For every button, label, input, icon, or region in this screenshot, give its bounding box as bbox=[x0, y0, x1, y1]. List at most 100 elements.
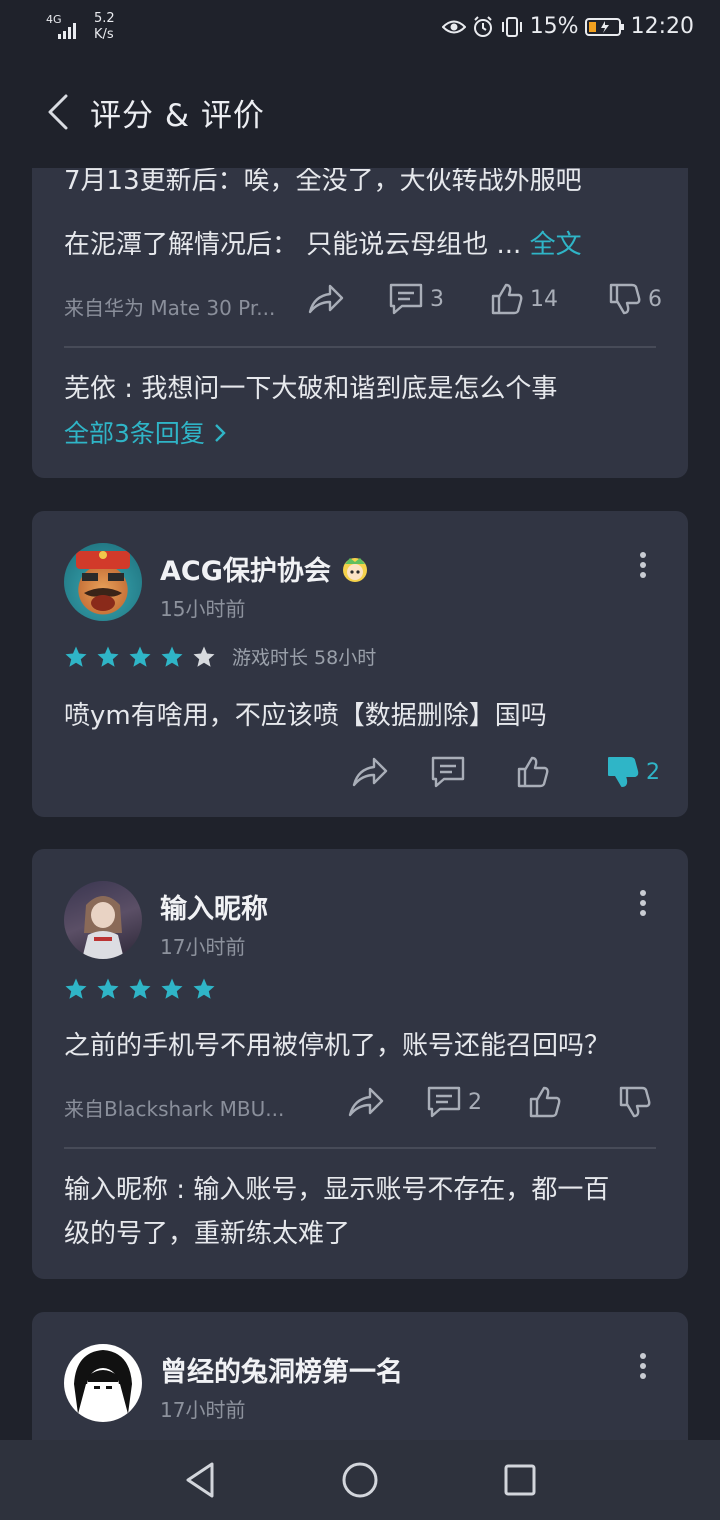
avatar[interactable] bbox=[64, 543, 142, 621]
thumbs-up-icon bbox=[491, 283, 523, 315]
playtime: 游戏时长 58小时 bbox=[232, 647, 377, 669]
username[interactable]: 输入昵称 bbox=[160, 887, 268, 926]
network-indicator: 4G bbox=[46, 14, 76, 39]
nav-recents-icon[interactable] bbox=[498, 1458, 542, 1502]
vibrate-icon bbox=[501, 16, 522, 37]
star-rating: 游戏时长 58小时 bbox=[64, 643, 376, 670]
dislike-count: 2 bbox=[646, 759, 660, 785]
star-icon bbox=[65, 646, 87, 667]
avatar-image bbox=[74, 1350, 132, 1414]
avatar[interactable] bbox=[64, 1344, 142, 1422]
eye-icon bbox=[441, 20, 466, 33]
star-icon bbox=[65, 978, 87, 999]
star-icon bbox=[193, 978, 215, 999]
share-button[interactable] bbox=[352, 755, 388, 789]
more-options-icon[interactable] bbox=[638, 1352, 648, 1380]
reply-preview: 芜依 : 我想问一下大破和谐到底是怎么个事 bbox=[64, 368, 557, 405]
like-count: 14 bbox=[530, 286, 558, 312]
comment-icon bbox=[431, 756, 465, 788]
share-button[interactable] bbox=[308, 282, 344, 316]
divider bbox=[64, 1147, 656, 1149]
chevron-right-icon bbox=[215, 424, 226, 442]
dislike-button[interactable] bbox=[618, 1085, 652, 1119]
review-content: 喷ym有啥用，不应该喷【数据删除】国吗 bbox=[64, 701, 547, 731]
device-label: 来自Blackshark MBU... bbox=[64, 1097, 285, 1121]
reply-text: 输入账号，显示账号不存在，都一百 bbox=[193, 1175, 610, 1205]
reply-preview: 输入昵称 : 输入账号，显示账号不存在，都一百 bbox=[64, 1169, 609, 1206]
dislike-button-active[interactable]: 2 bbox=[606, 755, 660, 789]
review-text-line: 在泥潭了解情况后： 只能说云母组也 ... 全文 bbox=[64, 224, 582, 261]
comment-icon bbox=[427, 1086, 461, 1118]
review-card: ACG保护协会 15小时前 游戏时长 58小时 喷ym有啥用，不应该喷【数据删除… bbox=[32, 511, 688, 817]
dislike-button[interactable]: 6 bbox=[608, 282, 662, 316]
reply-text: 我想问一下大破和谐到底是怎么个事 bbox=[141, 374, 558, 404]
full-text-link[interactable]: 全文 bbox=[530, 230, 582, 260]
nav-home-icon[interactable] bbox=[338, 1458, 382, 1502]
avatar-image bbox=[82, 896, 124, 959]
star-icon bbox=[129, 646, 151, 667]
review-time: 17小时前 bbox=[160, 1398, 246, 1422]
star-icon bbox=[97, 646, 119, 667]
avatar[interactable] bbox=[64, 881, 142, 959]
star-empty-icon bbox=[193, 646, 215, 667]
share-icon bbox=[308, 284, 344, 314]
star-icon bbox=[97, 978, 119, 999]
all-replies-link[interactable]: 全部3条回复 bbox=[64, 414, 227, 450]
review-content: 之前的手机号不用被停机了，账号还能召回吗？ bbox=[64, 1031, 611, 1061]
thumbs-down-filled-icon bbox=[608, 757, 639, 787]
avatar-image bbox=[76, 551, 130, 611]
review-text-snippet: 在泥潭了解情况后： 只能说云母组也 ... bbox=[64, 230, 522, 260]
star-icon bbox=[161, 978, 183, 999]
share-icon bbox=[348, 1087, 384, 1117]
reply-text-line: 级的号了，重新练太难了 bbox=[64, 1219, 351, 1249]
review-card: 输入昵称 17小时前 之前的手机号不用被停机了，账号还能召回吗？ 来自Black… bbox=[32, 849, 688, 1279]
more-options-icon[interactable] bbox=[638, 889, 648, 917]
share-button[interactable] bbox=[348, 1085, 384, 1119]
comment-icon bbox=[389, 283, 423, 315]
review-time: 15小时前 bbox=[160, 597, 246, 621]
app-header: 评分 & 评价 bbox=[0, 56, 720, 168]
back-arrow-icon[interactable] bbox=[40, 88, 80, 136]
reply-separator: : bbox=[116, 374, 142, 404]
username[interactable]: ACG保护协会 bbox=[160, 549, 370, 588]
dislike-count: 6 bbox=[648, 286, 662, 312]
comment-count: 2 bbox=[468, 1089, 482, 1115]
net-speed: 5.2 K/s bbox=[94, 11, 115, 43]
battery-percent: 15% bbox=[529, 14, 579, 39]
reply-separator: : bbox=[168, 1175, 194, 1205]
thumbs-down-icon bbox=[609, 283, 641, 315]
reply-author[interactable]: 芜依 bbox=[64, 374, 116, 404]
clock: 12:20 bbox=[630, 14, 694, 39]
comment-button[interactable] bbox=[430, 755, 466, 789]
reply-author[interactable]: 输入昵称 bbox=[64, 1175, 168, 1205]
star-icon bbox=[161, 646, 183, 667]
username-text: ACG保护协会 bbox=[160, 556, 331, 587]
alarm-icon bbox=[473, 15, 492, 37]
comment-button[interactable]: 2 bbox=[426, 1085, 482, 1119]
net-speed-value: 5.2 bbox=[94, 11, 115, 26]
star-rating bbox=[64, 977, 216, 1001]
system-nav-bar bbox=[0, 1440, 720, 1520]
status-right: 15% 12:20 bbox=[441, 14, 694, 39]
thumbs-up-icon bbox=[529, 1086, 561, 1118]
username[interactable]: 曾经的兔洞榜第一名 bbox=[160, 1350, 403, 1389]
net-speed-unit: K/s bbox=[94, 27, 114, 42]
signal-icon bbox=[58, 23, 76, 39]
like-button[interactable] bbox=[528, 1085, 562, 1119]
comment-button[interactable]: 3 bbox=[388, 282, 444, 316]
review-time: 17小时前 bbox=[160, 935, 246, 959]
share-icon bbox=[352, 757, 388, 787]
all-replies-label: 全部3条回复 bbox=[64, 419, 205, 448]
status-bar: 4G 5.2 K/s 15% 12:20 bbox=[0, 0, 720, 56]
thumbs-up-icon bbox=[517, 756, 549, 788]
nav-back-icon[interactable] bbox=[178, 1458, 222, 1502]
badge-icon bbox=[343, 558, 368, 582]
battery-icon bbox=[584, 17, 624, 36]
device-label: 来自华为 Mate 30 Pr... bbox=[64, 296, 276, 320]
page-title: 评分 & 评价 bbox=[90, 98, 265, 134]
like-button[interactable]: 14 bbox=[490, 282, 558, 316]
comment-count: 3 bbox=[430, 286, 444, 312]
divider bbox=[64, 346, 656, 348]
more-options-icon[interactable] bbox=[638, 551, 648, 579]
like-button[interactable] bbox=[516, 755, 550, 789]
